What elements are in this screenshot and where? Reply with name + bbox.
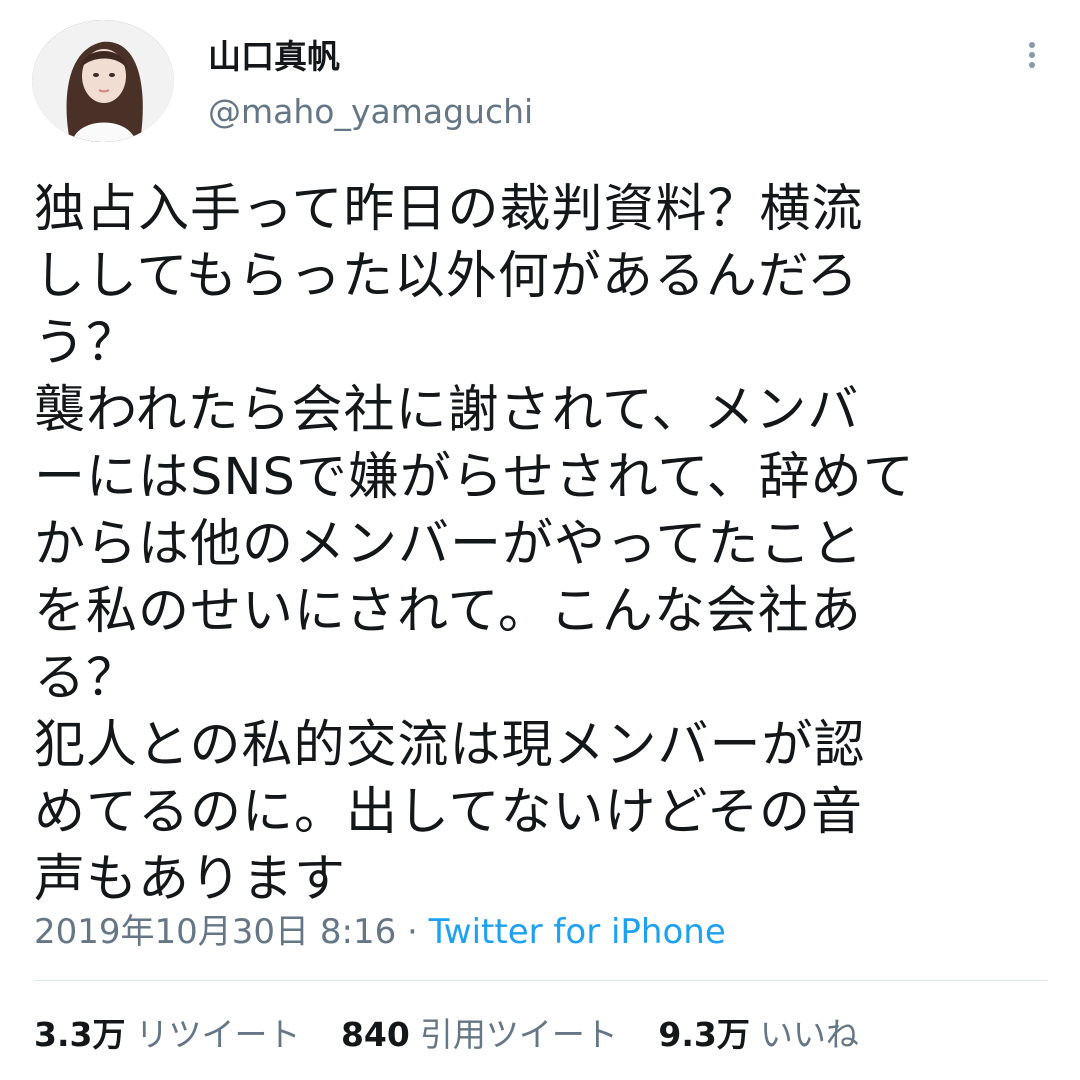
tweet-line: 声もあります bbox=[34, 850, 347, 909]
user-handle[interactable]: @maho_yamaguchi bbox=[208, 92, 533, 131]
tweet-line: を私のせいにされて。こんな会社あ bbox=[34, 582, 862, 641]
retweet-label: リツイート bbox=[135, 1015, 301, 1054]
likes-stat[interactable]: 9.3万 いいね bbox=[658, 1008, 858, 1056]
quote-label: 引用ツイート bbox=[419, 1015, 618, 1054]
retweets-stat[interactable]: 3.3万 リツイート bbox=[34, 1008, 300, 1056]
tweet-line: ししてもらった以外何があるんだろ bbox=[34, 247, 859, 306]
like-label: いいね bbox=[759, 1015, 859, 1054]
tweet-stats: 3.3万 リツイート 840 引用ツイート 9.3万 いいね bbox=[34, 1008, 889, 1056]
user-name[interactable]: 山口真帆 bbox=[208, 30, 340, 78]
like-count: 9.3万 bbox=[658, 1015, 750, 1054]
tweet-line: 独占入手って昨日の裁判資料？横流 bbox=[34, 180, 864, 239]
tweet-line: めてるのに。出してないけどその音 bbox=[34, 783, 863, 842]
more-vertical-icon[interactable] bbox=[1020, 40, 1044, 74]
timestamp[interactable]: 2019年10月30日 8:16 bbox=[34, 912, 396, 952]
tweet-line: 犯人との私的交流は現メンバーが認 bbox=[34, 716, 866, 775]
tweet-meta: 2019年10月30日 8:16 · Twitter for iPhone bbox=[34, 904, 726, 953]
tweet-text: 独占入手って昨日の裁判資料？横流 ししてもらった以外何があるんだろ う？ 襲われ… bbox=[34, 176, 1054, 913]
tweet-line: ーにはSNSで嫌がらせされて、辞めて bbox=[34, 448, 915, 507]
avatar[interactable] bbox=[32, 20, 174, 142]
quote-count: 840 bbox=[340, 1015, 410, 1054]
meta-separator: · bbox=[407, 912, 418, 952]
retweet-count: 3.3万 bbox=[34, 1015, 126, 1054]
tweet-line: 襲われたら会社に謝されて、メンバ bbox=[34, 381, 860, 440]
tweet-line: う？ bbox=[34, 314, 139, 373]
tweet-header: 山口真帆 @maho_yamaguchi bbox=[32, 20, 1048, 150]
source-link[interactable]: Twitter for iPhone bbox=[429, 912, 726, 952]
tweet-line: る？ bbox=[34, 649, 139, 708]
divider bbox=[34, 980, 1048, 981]
quotes-stat[interactable]: 840 引用ツイート bbox=[341, 1008, 618, 1056]
tweet-line: からは他のメンバーがやってたこと bbox=[34, 515, 864, 574]
